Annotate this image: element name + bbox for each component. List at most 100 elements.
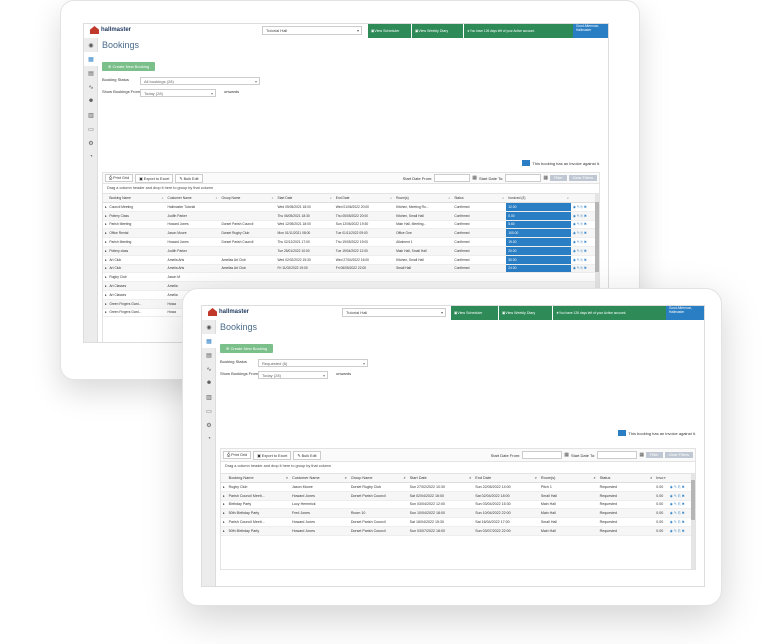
column-search-icon[interactable]: ⌕ bbox=[650, 476, 652, 480]
table-row[interactable]: ▸ 50th Birthday Party Fred Jones Room 10 Sun… bbox=[221, 508, 695, 519]
column-header[interactable]: Room(s) ⌕ bbox=[394, 194, 453, 203]
column-header[interactable]: Invoiced (£) ⌕ bbox=[506, 194, 571, 203]
create-booking-button[interactable]: ⊕ Create New Booking bbox=[102, 62, 156, 71]
settings-icon[interactable]: ⚙ bbox=[84, 136, 98, 150]
clear-filters-button[interactable]: Clear Filters bbox=[664, 452, 693, 458]
table-row[interactable]: ▸ Art Club Amelia Arts Amelias Art Club Wed … bbox=[103, 255, 599, 265]
column-header[interactable]: Start Date ⌕ bbox=[275, 194, 334, 203]
table-row[interactable]: ▸ Parish Council Meeti... Howard Jones Dors… bbox=[221, 517, 695, 527]
column-search-icon[interactable]: ⌕ bbox=[330, 196, 332, 200]
table-row[interactable]: ▸ Council Meeting Hallmaster Tutorial Wed 0… bbox=[103, 202, 599, 212]
collapse-icon[interactable]: ◔ bbox=[202, 432, 216, 446]
table-row[interactable]: ▸ Art Club Amelia Arts Amelias Art Club Fri … bbox=[103, 264, 599, 274]
column-header[interactable]: Booking Name ⌕ bbox=[107, 194, 166, 203]
export-excel-button[interactable]: ▣ Export to Excel bbox=[135, 173, 174, 183]
calendar-icon[interactable]: ▦ bbox=[564, 452, 569, 458]
column-header[interactable]: Group Name ⌕ bbox=[348, 474, 408, 483]
start-date-from-input[interactable] bbox=[522, 451, 563, 459]
column-header[interactable]: End Date ⌕ bbox=[333, 194, 395, 203]
column-search-icon[interactable]: ⌕ bbox=[216, 196, 218, 200]
user-menu[interactable]: Good Afternoon, Hallmaster bbox=[666, 306, 704, 320]
bookings-icon[interactable]: ▦ bbox=[202, 334, 216, 348]
bulk-edit-button[interactable]: ✎ Bulk Edit bbox=[175, 173, 203, 183]
account-days-banner[interactable]: ★ You have 126 days left of your Active … bbox=[552, 306, 666, 320]
calendar-icon[interactable]: ▦ bbox=[639, 452, 644, 458]
account-days-banner[interactable]: ★ You have 126 days left of your Active … bbox=[463, 24, 573, 38]
grid-scrollbar[interactable] bbox=[691, 474, 695, 570]
column-header[interactable]: Room(s) ⌕ bbox=[538, 474, 598, 483]
column-search-icon[interactable]: ⌕ bbox=[162, 196, 164, 200]
table-row[interactable]: ▸ Birthday Party Lucy Hemmick Sun 03/04/202… bbox=[221, 500, 695, 510]
print-grid-button[interactable]: ⎙ Print Grid bbox=[223, 451, 252, 459]
column-search-icon[interactable]: ⌕ bbox=[286, 476, 288, 480]
settings-icon[interactable]: ⚙ bbox=[202, 418, 216, 432]
column-search-icon[interactable]: ⌕ bbox=[469, 476, 471, 480]
monitor-icon[interactable]: ▭ bbox=[202, 404, 216, 418]
create-booking-button[interactable]: ⊕ Create New Booking bbox=[220, 344, 274, 353]
table-row[interactable]: ▸ Parish Meeting Howard Jones Dorset Parish… bbox=[103, 220, 599, 230]
table-row[interactable]: ▸ Rugby Club Jason M bbox=[103, 272, 599, 283]
view-weekly-diary-button[interactable]: ▣ View Weekly Diary bbox=[411, 24, 463, 38]
table-row[interactable]: ▸ Pottery Class Judith Parker Thu 06/05/202… bbox=[103, 211, 599, 221]
column-search-icon[interactable]: ⌕ bbox=[345, 476, 347, 480]
charts-icon[interactable]: ▥ bbox=[84, 108, 98, 122]
view-scheduler-button[interactable]: ▣ View Scheduler bbox=[450, 306, 498, 320]
charts-icon[interactable]: ▥ bbox=[202, 390, 216, 404]
start-date-from-input[interactable] bbox=[434, 174, 471, 182]
column-search-icon[interactable]: ⌕ bbox=[502, 196, 504, 200]
table-row[interactable]: ▸ Office Rental Jason Moore Dorset Rugby Cl… bbox=[103, 228, 599, 239]
customers-icon[interactable]: ☻ bbox=[202, 376, 216, 390]
reports-icon[interactable]: ∿ bbox=[84, 80, 98, 94]
column-header[interactable]: Start Date ⌕ bbox=[407, 474, 474, 483]
bookings-icon[interactable]: ▦ bbox=[84, 52, 98, 66]
venue-select[interactable]: Tutorial Hall ▾ bbox=[342, 308, 446, 317]
dashboard-icon[interactable]: ◉ bbox=[202, 320, 216, 334]
column-header[interactable]: Customer Name ⌕ bbox=[290, 474, 349, 483]
calendar-icon[interactable]: ▤ bbox=[84, 66, 98, 80]
column-header[interactable]: Status ⌕ bbox=[597, 474, 655, 483]
user-menu[interactable]: Good Afternoon, Hallmaster bbox=[573, 24, 608, 38]
table-row[interactable]: ▸ Pottery class Judith Parker Tue 25/01/202… bbox=[103, 246, 599, 256]
export-excel-button[interactable]: ▣ Export to Excel bbox=[253, 450, 292, 460]
view-weekly-diary-button[interactable]: ▣ View Weekly Diary bbox=[498, 306, 552, 320]
filter-button[interactable]: Filter bbox=[646, 452, 663, 458]
customers-icon[interactable]: ☻ bbox=[84, 94, 98, 108]
start-date-to-input[interactable] bbox=[505, 174, 542, 182]
view-scheduler-button[interactable]: ▣ View Scheduler bbox=[367, 24, 411, 38]
column-header[interactable]: Customer Name ⌕ bbox=[165, 194, 220, 203]
column-header[interactable]: Invo ⌕ bbox=[654, 474, 668, 483]
table-row[interactable]: ▸ Rugby Club Jason Moore Dorset Rugby Club S… bbox=[221, 482, 695, 492]
column-search-icon[interactable]: ⌕ bbox=[390, 196, 392, 200]
filter-button[interactable]: Filter bbox=[550, 175, 567, 181]
calendar-icon[interactable]: ▦ bbox=[543, 175, 548, 181]
column-header[interactable]: Group Name ⌕ bbox=[219, 194, 276, 203]
booking-status-select[interactable]: All bookings (28) ▾ bbox=[140, 77, 260, 85]
column-search-icon[interactable]: ⌕ bbox=[403, 476, 405, 480]
calendar-icon[interactable]: ▤ bbox=[202, 348, 216, 362]
calendar-icon[interactable]: ▦ bbox=[472, 175, 477, 181]
start-date-to-input[interactable] bbox=[597, 451, 638, 459]
column-search-icon[interactable]: ⌕ bbox=[664, 476, 666, 480]
clear-filters-button[interactable]: Clear Filters bbox=[568, 175, 597, 181]
print-grid-button[interactable]: ⎙ Print Grid bbox=[105, 174, 134, 182]
venue-select[interactable]: Tutorial Hall ▾ bbox=[262, 26, 362, 35]
bulk-edit-button[interactable]: ✎ Bulk Edit bbox=[293, 450, 321, 460]
table-row[interactable]: ▸ Parish Meeting Howard Jones Dorset Parish… bbox=[103, 237, 599, 247]
column-search-icon[interactable]: ⌕ bbox=[272, 196, 274, 200]
column-search-icon[interactable]: ⌕ bbox=[448, 196, 450, 200]
column-header[interactable]: Booking Name ⌕ bbox=[226, 474, 290, 483]
dashboard-icon[interactable]: ◉ bbox=[84, 38, 98, 52]
column-search-icon[interactable]: ⌕ bbox=[594, 476, 596, 480]
table-row[interactable]: ▸ Parish Council Meeti... Howard Jones Dors… bbox=[221, 491, 695, 501]
column-search-icon[interactable]: ⌕ bbox=[567, 196, 569, 200]
column-search-icon[interactable]: ⌕ bbox=[535, 476, 537, 480]
booking-status-select[interactable]: Requested (6) ▾ bbox=[258, 359, 368, 367]
show-bookings-select[interactable]: Today (28) ▾ bbox=[258, 371, 328, 379]
column-header[interactable]: End Date ⌕ bbox=[473, 474, 539, 483]
table-row[interactable]: ▸ 50th Birthday Party Howard Jones Dorset P… bbox=[221, 526, 695, 536]
column-header[interactable]: Status ⌕ bbox=[452, 194, 507, 203]
monitor-icon[interactable]: ▭ bbox=[84, 122, 98, 136]
reports-icon[interactable]: ∿ bbox=[202, 362, 216, 376]
show-bookings-select[interactable]: Today (28) ▾ bbox=[140, 89, 216, 97]
collapse-icon[interactable]: ◔ bbox=[84, 150, 98, 164]
